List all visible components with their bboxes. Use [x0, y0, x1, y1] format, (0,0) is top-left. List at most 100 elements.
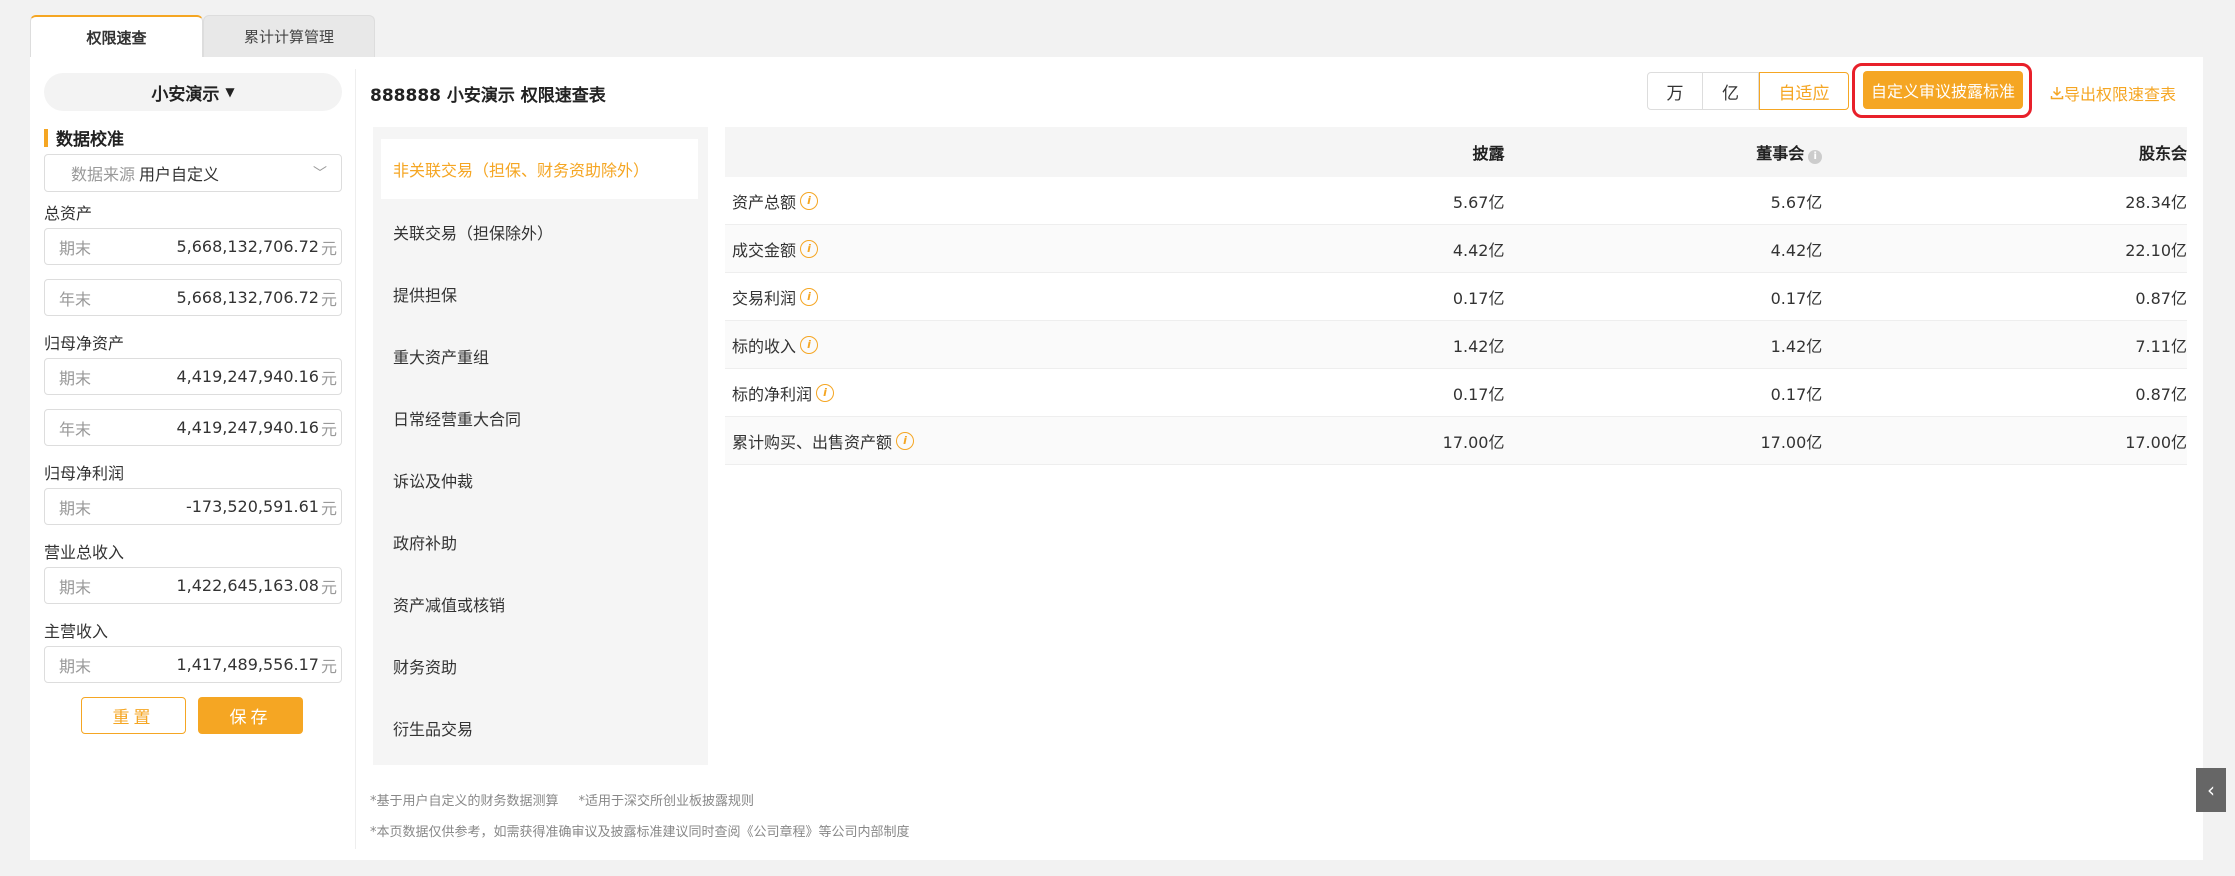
row-label: 成交金额 i: [725, 237, 1058, 261]
cell-board: 4.42亿: [1770, 240, 1823, 260]
cell-disclosure: 1.42亿: [1452, 336, 1505, 356]
category-item[interactable]: 日常经营重大合同: [373, 387, 708, 449]
header-board-text: 董事会: [1756, 144, 1805, 163]
info-icon[interactable]: i: [816, 383, 835, 402]
footnote: *适用于深交所创业板披露规则: [578, 794, 755, 809]
unit-toggle-group: 万 亿 自适应: [1647, 72, 1849, 110]
category-item[interactable]: 非关联交易（担保、财务资助除外）: [381, 139, 698, 199]
category-item[interactable]: 资产减值或核销: [373, 573, 708, 635]
total-revenue-period-end-field[interactable]: 期末 1,422,645,163.08 元: [44, 567, 342, 604]
collapse-handle[interactable]: ‹: [2196, 768, 2226, 812]
field-unit: 元: [320, 289, 337, 309]
vertical-divider: [355, 69, 356, 849]
cell-board: 5.67亿: [1770, 192, 1823, 212]
category-item[interactable]: 重大资产重组: [373, 325, 708, 387]
sidebar: 小安演示 ▼ 数据校准 数据来源 用户自定义 ﹀ 总资产 期末 5,668,13…: [44, 73, 342, 734]
unit-auto-button[interactable]: 自适应: [1759, 72, 1849, 110]
export-link-text: 导出权限速查表: [2064, 85, 2177, 104]
row-label-text: 成交金额: [732, 240, 797, 260]
footnote-line-1: *基于用户自定义的财务数据测算 *适用于深交所创业板披露规则: [370, 790, 754, 809]
main-revenue-period-end-field[interactable]: 期末 1,417,489,556.17 元: [44, 646, 342, 683]
section-title: 数据校准: [44, 125, 342, 150]
category-item[interactable]: 关联交易（担保除外）: [373, 201, 708, 263]
cell-board: 0.17亿: [1770, 384, 1823, 404]
net-assets-period-end-field[interactable]: 期末 4,419,247,940.16 元: [44, 358, 342, 395]
header-disclosure: 披露: [1472, 144, 1505, 163]
row-label-text: 交易利润: [732, 288, 797, 308]
net-assets-year-end-field[interactable]: 年末 4,419,247,940.16 元: [44, 409, 342, 446]
row-label: 累计购买、出售资产额 i: [725, 429, 1058, 453]
info-icon[interactable]: i: [800, 191, 819, 210]
company-select[interactable]: 小安演示 ▼: [44, 73, 342, 111]
section-title-text: 数据校准: [56, 130, 124, 150]
export-link[interactable]: 导出权限速查表: [2050, 81, 2176, 105]
row-label-text: 资产总额: [732, 192, 797, 212]
category-item[interactable]: 诉讼及仲裁: [373, 449, 708, 511]
reset-button[interactable]: 重置: [81, 697, 186, 734]
field-value[interactable]: 4,419,247,940.16: [119, 418, 319, 437]
cell-shareholders: 28.34亿: [2125, 192, 2187, 212]
category-item[interactable]: 政府补助: [373, 511, 708, 573]
category-item[interactable]: 衍生品交易: [373, 697, 708, 759]
unit-yi-button[interactable]: 亿: [1703, 72, 1759, 110]
cell-shareholders: 0.87亿: [2135, 384, 2187, 404]
field-value[interactable]: 1,417,489,556.17: [119, 655, 319, 674]
field-unit: 元: [320, 238, 337, 258]
footnote-line-2: *本页数据仅供参考，如需获得准确审议及披露标准建议同时查阅《公司章程》等公司内部…: [370, 825, 910, 840]
table-row: 标的净利润 i 0.17亿 0.17亿 0.87亿: [725, 369, 2187, 417]
tab-permission-lookup[interactable]: 权限速查: [30, 15, 203, 57]
row-label-text: 累计购买、出售资产额: [732, 432, 893, 452]
table-row: 成交金额 i 4.42亿 4.42亿 22.10亿: [725, 225, 2187, 273]
cell-board: 17.00亿: [1760, 432, 1823, 452]
action-buttons: 重置 保存: [44, 697, 342, 734]
info-icon[interactable]: i: [896, 431, 915, 450]
chevron-left-icon: ‹: [2207, 778, 2215, 802]
info-icon[interactable]: i: [1808, 149, 1823, 164]
cell-shareholders: 17.00亿: [2125, 432, 2187, 452]
data-source-value: 用户自定义: [139, 165, 220, 184]
field-unit: 元: [320, 577, 337, 597]
field-label: 期末: [59, 656, 92, 676]
field-label: 期末: [59, 577, 92, 597]
field-value[interactable]: 5,668,132,706.72: [119, 288, 319, 307]
cell-disclosure: 5.67亿: [1452, 192, 1505, 212]
chevron-down-icon: ﹀: [313, 166, 327, 182]
main-panel: 小安演示 ▼ 数据校准 数据来源 用户自定义 ﹀ 总资产 期末 5,668,13…: [30, 57, 2203, 860]
field-value[interactable]: 4,419,247,940.16: [119, 367, 319, 386]
row-label-text: 标的收入: [732, 336, 797, 356]
table-row: 标的收入 i 1.42亿 1.42亿 7.11亿: [725, 321, 2187, 369]
header-shareholders: 股东会: [2138, 144, 2187, 163]
save-button[interactable]: 保存: [198, 697, 303, 734]
row-label-text: 标的净利润: [732, 384, 813, 404]
category-item[interactable]: 提供担保: [373, 263, 708, 325]
info-icon[interactable]: i: [800, 239, 819, 258]
field-value[interactable]: 5,668,132,706.72: [119, 237, 319, 256]
field-value[interactable]: 1,422,645,163.08: [119, 576, 319, 595]
field-unit: 元: [320, 498, 337, 518]
field-value[interactable]: -173,520,591.61: [119, 497, 319, 516]
row-label: 标的净利润 i: [725, 381, 1058, 405]
data-source-label: 数据来源: [71, 165, 136, 184]
data-source-select[interactable]: 数据来源 用户自定义 ﹀: [44, 154, 342, 192]
table-row: 资产总额 i 5.67亿 5.67亿 28.34亿: [725, 177, 2187, 225]
field-unit: 元: [320, 368, 337, 388]
unit-wan-button[interactable]: 万: [1647, 72, 1703, 110]
field-label: 期末: [59, 498, 92, 518]
group-label-main-revenue: 主营收入: [44, 622, 109, 641]
total-assets-period-end-field[interactable]: 期末 5,668,132,706.72 元: [44, 228, 342, 265]
total-assets-year-end-field[interactable]: 年末 5,668,132,706.72 元: [44, 279, 342, 316]
footnote: *基于用户自定义的财务数据测算: [370, 794, 559, 809]
net-profit-period-end-field[interactable]: 期末 -173,520,591.61 元: [44, 488, 342, 525]
cell-shareholders: 7.11亿: [2135, 336, 2187, 356]
info-icon[interactable]: i: [800, 335, 819, 354]
field-label: 期末: [59, 238, 92, 258]
field-unit: 元: [320, 656, 337, 676]
custom-standard-button[interactable]: 自定义审议披露标准: [1863, 71, 2023, 109]
group-label-total-assets: 总资产: [44, 204, 93, 223]
field-label: 期末: [59, 368, 92, 388]
tab-cumulative-calc[interactable]: 累计计算管理: [203, 15, 375, 57]
header-board: 董事会 i: [1504, 140, 1823, 164]
info-icon[interactable]: i: [800, 287, 819, 306]
group-label-net-profit: 归母净利润: [44, 464, 125, 483]
category-item[interactable]: 财务资助: [373, 635, 708, 697]
